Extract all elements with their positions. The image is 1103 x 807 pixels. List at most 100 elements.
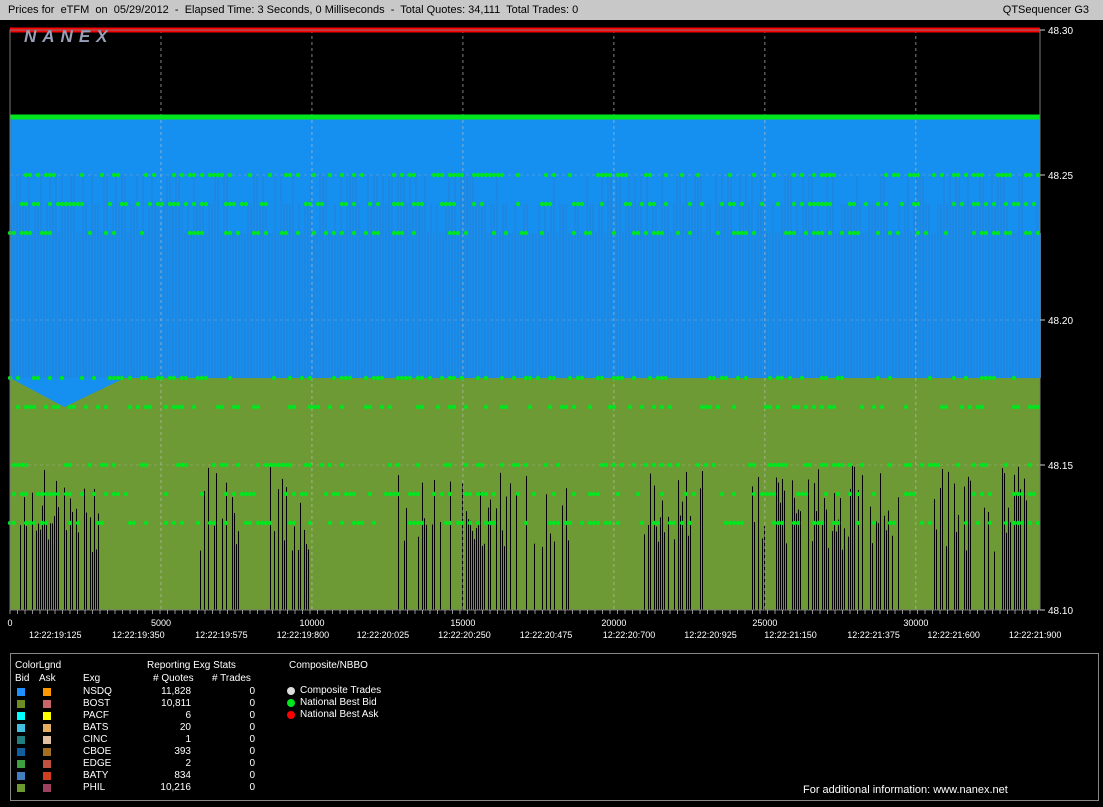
bid-streak [475, 204, 477, 378]
bid-streak [934, 233, 936, 378]
gap-streak [274, 531, 275, 610]
gap-streak [836, 531, 837, 610]
gap-streak [764, 526, 765, 610]
bid-dot [259, 201, 265, 207]
exg-name: NSDQ [83, 686, 112, 697]
gap-streak [792, 480, 793, 610]
bid-dot [655, 520, 661, 526]
bid-dot [23, 520, 29, 526]
bid-dot [575, 201, 581, 207]
bid-dot [415, 404, 421, 410]
time-tick-label: 12:22:21:600 [927, 630, 980, 640]
bid-dot [1007, 172, 1013, 178]
bid-dot [855, 230, 861, 236]
gap-streak [954, 483, 955, 610]
bid-streak [586, 175, 588, 378]
bid-streak [364, 233, 366, 378]
bid-streak [715, 175, 717, 378]
bid-dot [327, 520, 333, 526]
bid-dot [983, 462, 989, 468]
bid-streak [418, 204, 420, 378]
gap-streak [510, 483, 511, 610]
bid-streak [874, 204, 876, 378]
bid-swatch [17, 736, 25, 744]
bid-dot [307, 520, 313, 526]
bid-dot [887, 462, 893, 468]
bid-streak [298, 204, 300, 378]
bid-dot [483, 404, 489, 410]
bid-dot [779, 375, 785, 381]
bid-dot [799, 201, 805, 207]
bid-streak [562, 204, 564, 378]
trade-count: 0 [249, 758, 255, 769]
bid-dot [939, 172, 945, 178]
bid-dot [391, 491, 397, 497]
gap-streak [216, 473, 217, 610]
bid-dot [967, 404, 973, 410]
bid-streak [328, 233, 330, 378]
bid-dot [851, 201, 857, 207]
bid-streak [1024, 233, 1026, 378]
bid-dot [471, 201, 477, 207]
bid-streak [427, 233, 429, 378]
bid-dot [919, 520, 925, 526]
bid-streak [745, 175, 747, 378]
bid-dot [19, 201, 25, 207]
bid-dot [283, 230, 289, 236]
bid-streak [325, 175, 327, 378]
bid-streak [40, 175, 42, 378]
gap-streak [1004, 473, 1005, 610]
bid-dot [175, 404, 181, 410]
bid-dot [323, 491, 329, 497]
bid-swatch [17, 724, 25, 732]
y-tick-label: 48.25 [1048, 171, 1073, 182]
bid-streak [280, 175, 282, 378]
bid-dot [1011, 375, 1017, 381]
bid-dot [475, 520, 481, 526]
y-tick-label: 48.30 [1048, 26, 1073, 37]
gap-streak [984, 507, 985, 610]
bid-streak [568, 233, 570, 378]
gap-streak [674, 539, 675, 610]
gap-streak [838, 519, 839, 610]
bid-dot [767, 491, 773, 497]
bid-dot [443, 520, 449, 526]
bid-dot [107, 201, 113, 207]
gap-streak [46, 521, 47, 610]
gap-streak [886, 530, 887, 610]
bid-dot [279, 462, 285, 468]
bid-dot [611, 462, 617, 468]
bid-dot [651, 462, 657, 468]
bid-dot [419, 375, 425, 381]
bid-dot [951, 201, 957, 207]
bid-dot [831, 462, 837, 468]
gap-streak [988, 512, 989, 610]
gap-streak [308, 549, 309, 610]
bid-dot [819, 520, 825, 526]
bid-streak [1015, 233, 1017, 378]
bid-dot [403, 375, 409, 381]
bid-dot [15, 462, 21, 468]
gap-streak [534, 543, 535, 610]
bid-dot [527, 375, 533, 381]
gap-streak [40, 529, 41, 610]
bid-dot [607, 404, 613, 410]
bid-streak [217, 175, 219, 378]
gap-streak [808, 479, 809, 610]
bid-dot [643, 230, 649, 236]
bid-dot [443, 201, 449, 207]
x-tick-label: 5000 [151, 618, 171, 628]
bid-streak [751, 175, 753, 378]
bid-dot [431, 172, 437, 178]
bid-streak [184, 233, 186, 378]
gap-streak [476, 528, 477, 610]
bid-dot [955, 462, 961, 468]
bid-dot [475, 375, 481, 381]
bid-dot [523, 375, 529, 381]
bid-dot [451, 172, 457, 178]
bid-dot [415, 520, 421, 526]
bid-streak [853, 204, 855, 378]
bid-dot [319, 462, 325, 468]
bid-dot [463, 491, 469, 497]
bid-streak [382, 175, 384, 378]
